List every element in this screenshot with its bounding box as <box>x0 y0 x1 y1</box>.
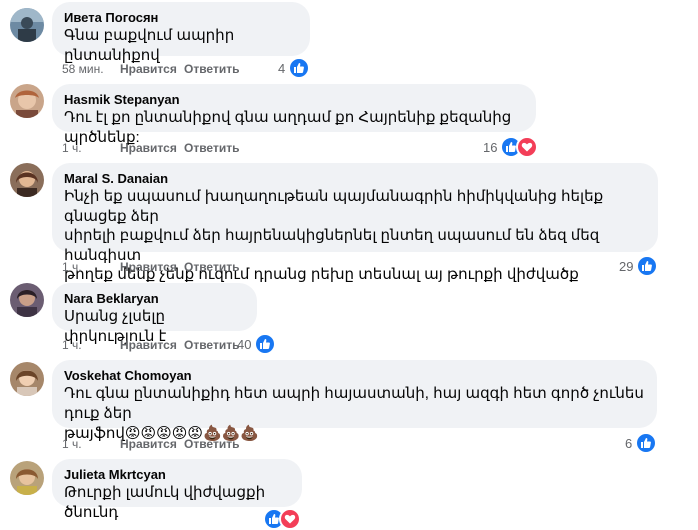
comment-text: Գնա բաքվում ապրիր ընտանիքով <box>64 27 239 64</box>
comment-author[interactable]: Nara Beklaryan <box>64 291 245 307</box>
reply-button[interactable]: Ответить <box>184 61 239 77</box>
reply-button[interactable]: Ответить <box>184 259 239 275</box>
love-icon <box>279 508 301 530</box>
reaction-summary[interactable]: 16 <box>483 136 539 158</box>
comment-bubble: Julieta Mkrtcyan Թուրքի լամուկ վիժվացքի … <box>52 459 302 521</box>
comment-author[interactable]: Julieta Mkrtcyan <box>64 467 290 483</box>
like-icon <box>636 255 659 277</box>
like-icon <box>288 57 311 79</box>
avatar[interactable] <box>10 461 44 495</box>
comment-timestamp[interactable]: 58 мин. <box>62 61 120 77</box>
reaction-count: 6 <box>625 435 633 451</box>
comment-timestamp[interactable]: 1 ч. <box>62 337 120 353</box>
comment-bubble: Hasmik Stepanyan Դու էլ քո ընտանիքով գնա… <box>52 84 536 146</box>
comment-author[interactable]: Hasmik Stepanyan <box>64 92 524 108</box>
like-button[interactable]: Нравится <box>120 436 184 452</box>
like-icon <box>254 333 277 355</box>
reaction-count: 29 <box>619 258 634 274</box>
avatar[interactable] <box>10 362 44 396</box>
comment-timestamp[interactable]: 1 ч. <box>62 436 120 452</box>
comment-bubble: Ивета Погосян Գնա բաքվում ապրիր ընտանիքո… <box>52 2 310 64</box>
reply-button[interactable]: Ответить <box>184 140 239 156</box>
avatar[interactable] <box>10 163 44 197</box>
like-button[interactable]: Нравится <box>120 259 184 275</box>
reaction-count: 4 <box>278 60 286 76</box>
comment-actions: 1 ч. Нравится Ответить <box>62 259 239 275</box>
reaction-summary[interactable]: 6 <box>625 432 658 454</box>
like-button[interactable]: Нравится <box>120 61 184 77</box>
comment-text: Դու գնա ընտանիքիդ հետ ապրի հայաստանի, հա… <box>64 385 644 442</box>
reply-button[interactable]: Ответить <box>184 436 239 452</box>
comment-bubble: Maral S. Danaian Ինչի եք սպասում խաղաղու… <box>52 163 658 283</box>
comment-actions: 58 мин. Нравится Ответить <box>62 61 239 77</box>
avatar[interactable] <box>10 8 44 42</box>
like-button[interactable]: Нравится <box>120 337 184 353</box>
reply-button[interactable]: Ответить <box>184 337 239 353</box>
comment-author[interactable]: Maral S. Danaian <box>64 171 646 187</box>
reaction-summary[interactable]: 4 <box>278 57 311 79</box>
love-icon <box>516 136 539 158</box>
comment-author[interactable]: Ивета Погосян <box>64 10 298 26</box>
comment-actions: 1 ч. Нравится Ответить <box>62 140 239 156</box>
comment-timestamp[interactable]: 1 ч. <box>62 140 120 156</box>
reaction-summary[interactable]: 29 <box>619 255 659 277</box>
reaction-summary[interactable]: 40 <box>237 333 277 355</box>
reaction-count: 16 <box>483 139 498 155</box>
avatar[interactable] <box>10 283 44 317</box>
comment-timestamp[interactable]: 1 ч. <box>62 259 120 275</box>
comment-bubble: Voskehat Chomoyan Դու գնա ընտանիքիդ հետ … <box>52 360 657 442</box>
avatar[interactable] <box>10 84 44 118</box>
comment-actions: 1 ч. Нравится Ответить <box>62 436 239 452</box>
comment-actions: 1 ч. Нравится Ответить <box>62 337 239 353</box>
like-button[interactable]: Нравится <box>120 140 184 156</box>
comment-bubble: Nara Beklaryan Սրանց չլսելը փրկություն է <box>52 283 257 345</box>
reaction-summary[interactable] <box>263 508 301 530</box>
reaction-count: 40 <box>237 336 252 352</box>
like-icon <box>635 432 658 454</box>
comment-author[interactable]: Voskehat Chomoyan <box>64 368 645 384</box>
comment-text: Թուրքի լամուկ վիժվացքի ծնունդ <box>64 484 270 521</box>
